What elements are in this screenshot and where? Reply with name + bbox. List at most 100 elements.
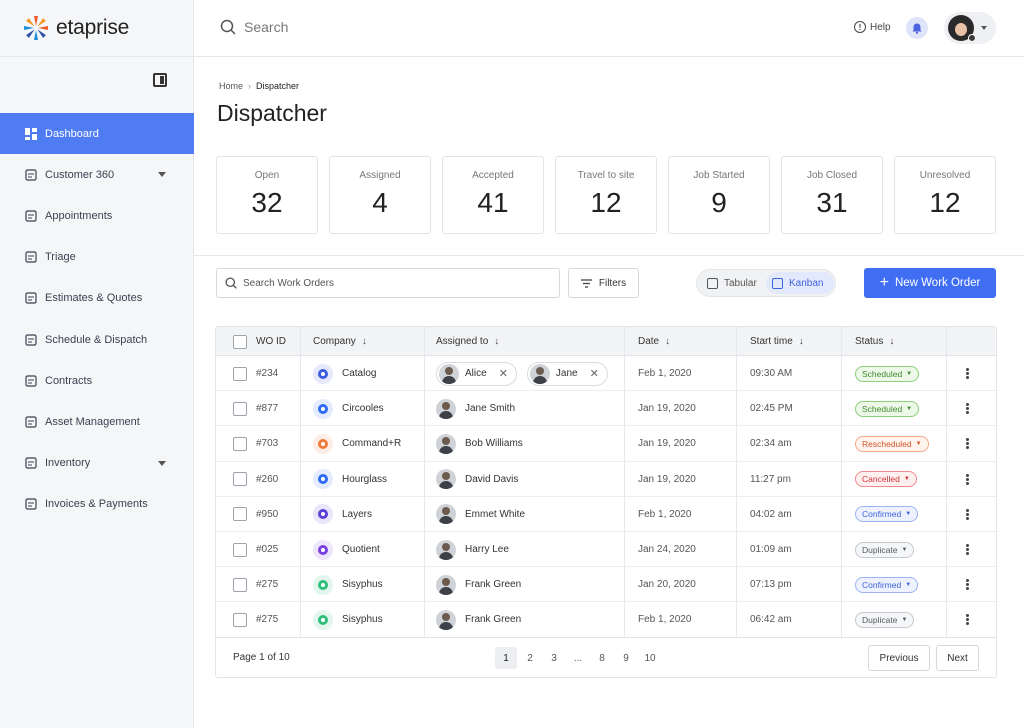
row-checkbox[interactable]: [233, 401, 247, 416]
row-actions[interactable]: [966, 567, 969, 602]
table-row[interactable]: #703 Command+R Bob Williams Jan 19, 2020 02:…: [216, 426, 996, 462]
more-options-icon[interactable]: [966, 579, 969, 591]
table-row[interactable]: #234 Catalog Alice ✕ Jane ✕ Feb 1, 2020 09:30 A…: [216, 356, 996, 392]
stat-card[interactable]: Assigned 4: [329, 156, 431, 234]
row-actions[interactable]: [966, 462, 969, 497]
header-status[interactable]: Status ↓: [855, 327, 894, 356]
more-options-icon[interactable]: [966, 438, 969, 450]
wo-id: #260: [256, 473, 279, 485]
header-start-time[interactable]: Start time ↓: [750, 327, 804, 356]
collapse-sidebar-icon[interactable]: [153, 73, 167, 87]
header-date[interactable]: Date ↓: [638, 327, 670, 356]
stat-card[interactable]: Open 32: [216, 156, 318, 234]
more-options-icon[interactable]: [966, 508, 969, 520]
chevron-down-icon[interactable]: [158, 460, 166, 466]
sidebar-item-invoices-payments[interactable]: Invoices & Payments: [0, 484, 194, 525]
status-badge[interactable]: Duplicate ▼: [855, 541, 915, 558]
brand-logo[interactable]: etaprise: [0, 0, 193, 57]
stat-card[interactable]: Unresolved 12: [894, 156, 996, 234]
row-actions[interactable]: [966, 426, 969, 461]
stat-card[interactable]: Job Closed 31: [781, 156, 883, 234]
sidebar-item-asset-management[interactable]: Asset Management: [0, 401, 194, 442]
status-badge[interactable]: Duplicate ▼: [855, 611, 915, 628]
status-badge[interactable]: Scheduled ▼: [855, 365, 920, 382]
close-icon[interactable]: ✕: [499, 367, 508, 380]
view-kanban-button[interactable]: Kanban: [766, 272, 834, 294]
page-number[interactable]: 3: [543, 647, 565, 669]
status-badge[interactable]: Confirmed ▼: [855, 506, 919, 523]
sidebar-item-schedule-dispatch[interactable]: Schedule & Dispatch: [0, 319, 194, 360]
sidebar-item-dashboard[interactable]: Dashboard: [0, 113, 194, 155]
previous-page-button[interactable]: Previous: [868, 645, 930, 671]
row-actions[interactable]: [966, 391, 969, 426]
chevron-down-icon: [981, 26, 987, 30]
header-assigned[interactable]: Assigned to ↓: [436, 327, 499, 356]
row-checkbox[interactable]: [233, 577, 247, 592]
page-number[interactable]: 1: [495, 647, 517, 669]
page-number[interactable]: 2: [519, 647, 541, 669]
row-actions[interactable]: [966, 602, 969, 637]
start-time: 09:30 AM: [750, 368, 793, 379]
new-work-order-button[interactable]: + New Work Order: [864, 268, 996, 298]
next-page-button[interactable]: Next: [936, 645, 979, 671]
status-badge[interactable]: Cancelled ▼: [855, 471, 917, 488]
assignee-chip[interactable]: Alice ✕: [436, 361, 517, 386]
more-options-icon[interactable]: [966, 403, 969, 415]
work-order-search-input[interactable]: Search Work Orders: [216, 268, 560, 298]
sidebar-item-label: Contracts: [45, 374, 93, 387]
help-link[interactable]: ! Help: [854, 21, 891, 33]
row-checkbox[interactable]: [233, 507, 247, 522]
header-company[interactable]: Company ↓: [313, 327, 367, 356]
row-checkbox[interactable]: [233, 472, 247, 487]
row-actions[interactable]: [966, 532, 969, 567]
header-wo-id[interactable]: WO ID: [256, 327, 286, 356]
assignee-chip[interactable]: Jane ✕: [526, 361, 608, 386]
stat-card[interactable]: Accepted 41: [442, 156, 544, 234]
status-badge[interactable]: Rescheduled ▼: [855, 435, 929, 452]
sidebar-item-inventory[interactable]: Inventory: [0, 443, 194, 484]
close-icon[interactable]: ✕: [590, 367, 599, 380]
table-row[interactable]: #877 Circooles Jane Smith Jan 19, 2020 02:45…: [216, 391, 996, 427]
table-row[interactable]: #260 Hourglass David Davis Jan 19, 2020 11:2…: [216, 462, 996, 497]
breadcrumb-home[interactable]: Home: [219, 81, 243, 91]
table-row[interactable]: #950 Layers Emmet White Feb 1, 2020 04:02 am…: [216, 497, 996, 532]
sidebar-item-appointments[interactable]: Appointments: [0, 195, 194, 236]
table-row[interactable]: #025 Quotient Harry Lee Jan 24, 2020 01:09 a…: [216, 532, 996, 568]
chevron-down-icon: ▼: [901, 546, 908, 553]
page-number[interactable]: 10: [639, 647, 661, 669]
sidebar-item-estimates-quotes[interactable]: Estimates & Quotes: [0, 278, 194, 319]
chevron-down-icon[interactable]: [158, 172, 166, 178]
stat-value: 32: [251, 187, 283, 218]
status-badge[interactable]: Confirmed ▼: [855, 576, 919, 593]
sidebar-item-customer-360[interactable]: Customer 360: [0, 154, 194, 195]
table-row[interactable]: #275 Sisyphus Frank Green Feb 1, 2020 06:42 …: [216, 602, 996, 638]
filters-button[interactable]: Filters: [568, 268, 639, 298]
row-actions[interactable]: [966, 497, 969, 532]
page-number[interactable]: 9: [615, 647, 637, 669]
view-tabular-button[interactable]: Tabular: [701, 272, 763, 294]
profile-menu[interactable]: [944, 12, 996, 44]
row-checkbox[interactable]: [233, 366, 247, 381]
table-row[interactable]: #275 Sisyphus Frank Green Jan 20, 2020 07:13…: [216, 567, 996, 603]
sidebar-item-triage[interactable]: Triage: [0, 237, 194, 278]
help-label: Help: [870, 21, 891, 33]
global-search[interactable]: Search: [220, 19, 288, 35]
row-checkbox[interactable]: [233, 542, 247, 557]
header-start-time-label: Start time: [750, 336, 793, 347]
sidebar-item-contracts[interactable]: Contracts: [0, 360, 194, 401]
stat-card[interactable]: Job Started 9: [668, 156, 770, 234]
select-all-checkbox[interactable]: [233, 334, 247, 349]
select-all-cell[interactable]: [233, 327, 247, 356]
row-checkbox[interactable]: [233, 612, 247, 627]
more-options-icon[interactable]: [966, 614, 969, 626]
more-options-icon[interactable]: [966, 544, 969, 555]
more-options-icon[interactable]: [966, 473, 969, 485]
status-badge[interactable]: Scheduled ▼: [855, 400, 920, 417]
stat-card[interactable]: Travel to site 12: [555, 156, 657, 234]
row-checkbox[interactable]: [233, 436, 247, 451]
notifications-button[interactable]: [906, 17, 928, 39]
more-options-icon[interactable]: [966, 368, 969, 379]
page-number[interactable]: 8: [591, 647, 613, 669]
row-actions[interactable]: [966, 356, 969, 391]
view-kanban-label: Kanban: [789, 277, 824, 289]
